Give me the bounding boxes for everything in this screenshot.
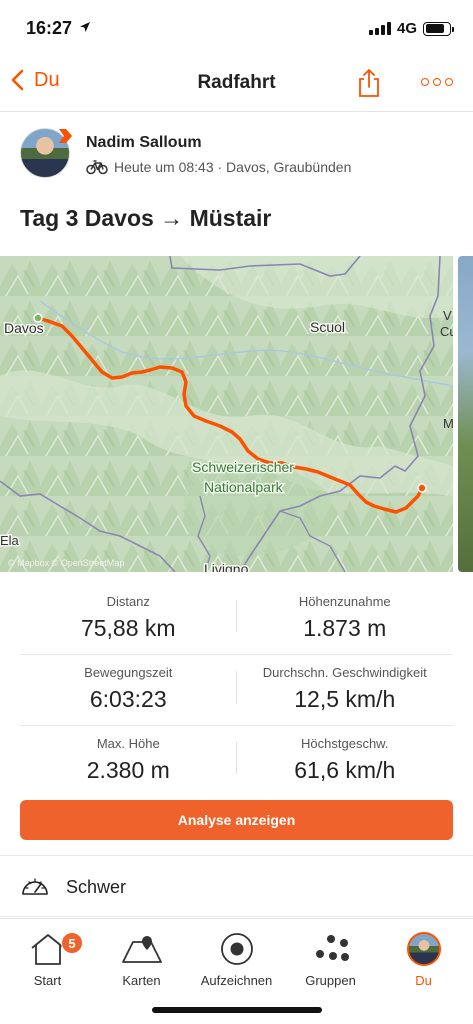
map-label-davos: Davos xyxy=(4,320,44,336)
tab-du[interactable]: Du xyxy=(376,927,471,988)
record-icon xyxy=(220,933,253,965)
subscriber-badge-icon xyxy=(59,129,72,143)
stat-elevation-gain: Höhenzunahme 1.873 m xyxy=(237,584,454,654)
stat-value: 75,88 km xyxy=(80,615,176,641)
tab-label: Du xyxy=(415,973,432,988)
tab-label: Start xyxy=(33,973,62,988)
tab-label: Gruppen xyxy=(305,973,356,988)
groups-icon xyxy=(315,935,349,961)
home-icon xyxy=(30,934,65,965)
share-button[interactable] xyxy=(356,68,382,103)
profile-avatar xyxy=(406,932,441,966)
stat-distance: Distanz 75,88 km xyxy=(20,584,237,654)
effort-label: Schwer xyxy=(66,877,127,897)
stat-row: Max. Höhe 2.380 m Höchstgeschw. 61,6 km/… xyxy=(20,726,453,797)
map-label-park-1: Schweizerischer xyxy=(192,459,294,475)
stat-value: 12,5 km/h xyxy=(294,686,396,712)
activity-photo-thumbnail[interactable] xyxy=(458,256,473,572)
nav-bar: Du Radfahrt xyxy=(0,56,473,112)
more-button[interactable] xyxy=(421,78,453,86)
activity-meta-text: Heute um 08:43 · Davos, Graubünden xyxy=(114,159,352,175)
status-bar: 16:27 4G xyxy=(0,0,473,56)
map-icon xyxy=(121,936,162,963)
stat-label: Höchstgeschw. xyxy=(301,736,389,751)
more-dots-icon xyxy=(421,78,429,86)
tab-aufzeichnen[interactable]: Aufzeichnen xyxy=(189,927,284,988)
stats-grid: Distanz 75,88 km Höhenzunahme 1.873 m Be… xyxy=(20,584,453,797)
map-label-v: V xyxy=(443,308,452,323)
divider xyxy=(236,742,237,774)
stat-value: 6:03:23 xyxy=(89,686,167,712)
stat-row: Bewegungszeit 6:03:23 Durchschn. Geschwi… xyxy=(20,655,453,726)
map-label-park-2: Nationalpark xyxy=(204,479,284,495)
map-canvas: Davos Scuol Schweizerischer Nationalpark… xyxy=(0,256,453,572)
stat-value: 61,6 km/h xyxy=(294,757,396,783)
tab-label: Karten xyxy=(122,973,161,988)
network-type: 4G xyxy=(396,20,417,37)
bike-icon xyxy=(86,160,108,175)
battery-icon xyxy=(423,21,454,36)
stat-label: Durchschn. Geschwindigkeit xyxy=(262,665,427,680)
stat-label: Distanz xyxy=(106,594,150,609)
location-arrow-icon xyxy=(80,22,91,32)
tab-gruppen[interactable]: Gruppen xyxy=(283,927,378,988)
activity-meta: Heute um 08:43 · Davos, Graubünden xyxy=(86,159,351,175)
stat-value: 2.380 m xyxy=(86,757,170,783)
share-icon xyxy=(359,69,379,97)
signal-icon xyxy=(368,22,391,35)
stat-row: Distanz 75,88 km Höhenzunahme 1.873 m xyxy=(20,584,453,655)
stat-label: Höhenzunahme xyxy=(298,594,391,609)
stat-max-elevation: Max. Höhe 2.380 m xyxy=(20,726,237,797)
tab-karten[interactable]: Karten xyxy=(94,927,189,988)
route-map[interactable]: Davos Scuol Schweizerischer Nationalpark… xyxy=(0,256,453,572)
divider xyxy=(236,671,237,703)
status-time: 16:27 xyxy=(26,18,91,39)
route-end-marker xyxy=(417,483,427,493)
analyse-button[interactable]: Analyse anzeigen xyxy=(20,800,453,840)
stat-value: 1.873 m xyxy=(303,615,387,641)
map-label-m: M xyxy=(443,416,453,431)
stat-max-speed: Höchstgeschw. 61,6 km/h xyxy=(237,726,454,797)
stat-moving-time: Bewegungszeit 6:03:23 xyxy=(20,655,237,725)
map-label-scuol: Scuol xyxy=(310,319,345,335)
stat-avg-speed: Durchschn. Geschwindigkeit 12,5 km/h xyxy=(237,655,454,725)
tab-start[interactable]: 5 Start xyxy=(0,927,95,988)
status-indicators: 4G xyxy=(368,20,454,37)
home-indicator[interactable] xyxy=(152,1007,322,1013)
notification-badge: 5 xyxy=(61,932,83,954)
page-title: Radfahrt xyxy=(197,72,276,93)
stat-label: Max. Höhe xyxy=(96,736,160,751)
map-label-livigno: Livigno xyxy=(204,561,249,572)
perceived-effort-row[interactable]: Schwer xyxy=(0,855,473,917)
divider xyxy=(236,600,237,632)
activity-title: Tag 3 Davos → Müstair xyxy=(20,205,272,231)
map-label-cu: Cu xyxy=(440,324,453,339)
tab-label: Aufzeichnen xyxy=(200,973,273,988)
map-label-ela: Ela xyxy=(0,533,20,548)
map-attribution: © Mapbox © OpenStreetMap xyxy=(8,558,124,568)
activity-header: Nadim Salloum Heute um 08:43 · Davos, Gr… xyxy=(0,112,473,202)
stat-label: Bewegungszeit xyxy=(84,665,173,680)
athlete-name[interactable]: Nadim Salloum xyxy=(86,134,202,152)
gauge-icon xyxy=(22,878,48,895)
